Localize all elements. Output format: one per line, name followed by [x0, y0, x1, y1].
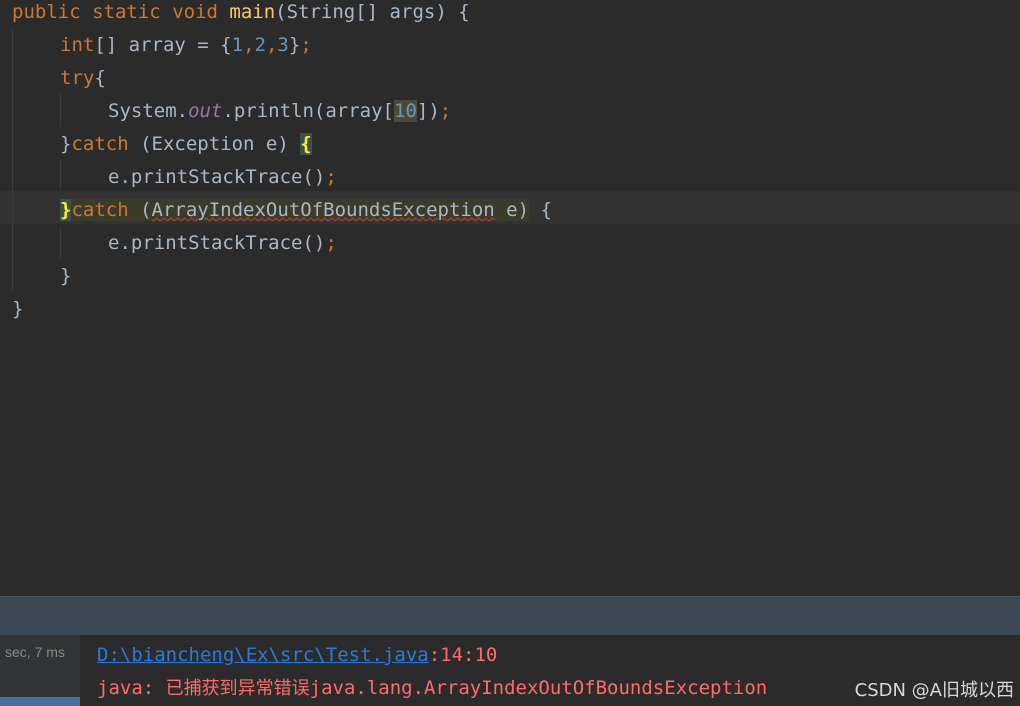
number: 1 [231, 34, 244, 56]
code-text: (String[] args) { [275, 1, 470, 23]
keyword: try [60, 67, 95, 89]
selected-item-bar[interactable] [0, 697, 80, 706]
code-text: } [60, 265, 72, 287]
comma: , [243, 34, 255, 56]
number: 3 [277, 34, 289, 56]
code-text: { [529, 199, 552, 221]
highlighted-index: 10 [394, 100, 417, 122]
code-text: } [288, 34, 301, 56]
indent-guide [12, 28, 13, 290]
code-line-1[interactable]: public static void main(String[] args) { [12, 0, 470, 33]
keyword: public [12, 1, 81, 23]
code-text: e.printStackTrace() [108, 166, 326, 188]
keyword: catch [71, 199, 129, 221]
static-field: out [188, 100, 223, 122]
semicolon: ; [325, 166, 337, 188]
error-location-line: D:\biancheng\Ex\src\Test.java:14:10 [97, 643, 497, 667]
code-text: } [12, 298, 24, 320]
code-text: } [60, 133, 72, 155]
code-text: .println(array[ [222, 100, 394, 122]
code-text: e) [494, 199, 530, 221]
code-line-7[interactable]: }catch (ArrayIndexOutOfBoundsException e… [60, 198, 552, 231]
code-line-9[interactable]: } [60, 264, 71, 297]
build-time-label: sec, 7 ms [5, 644, 65, 660]
number: 2 [254, 34, 266, 56]
error-message-cn: 已捕获到异常错误 [165, 678, 310, 699]
semicolon: ; [439, 100, 452, 122]
keyword: static [92, 1, 161, 23]
error-prefix: java: [97, 677, 166, 699]
semicolon: ; [325, 232, 337, 254]
error-message-line: java: 已捕获到异常错误java.lang.ArrayIndexOutOfB… [97, 676, 767, 701]
panel-header-bar[interactable] [0, 597, 1020, 635]
code-line-3[interactable]: try{ [60, 66, 106, 99]
code-line-8[interactable]: e.printStackTrace(); [108, 231, 337, 264]
keyword: void [172, 1, 218, 23]
code-text: System. [108, 100, 189, 122]
error-underlined-type[interactable]: ArrayIndexOutOfBoundsException [152, 199, 495, 221]
keyword: int [60, 34, 95, 56]
code-line-2[interactable]: int[] array = {1,2,3}; [60, 33, 312, 66]
code-text: [] array = { [94, 34, 232, 56]
line-column: :14:10 [428, 644, 498, 666]
code-line-10[interactable]: } [12, 297, 23, 330]
watermark: CSDN @A旧城以西 [854, 680, 1014, 701]
code-text: ]) [416, 100, 440, 122]
exception-class: java.lang.ArrayIndexOutOfBoundsException [309, 677, 768, 699]
code-line-5[interactable]: }catch (Exception e) { [60, 132, 312, 165]
matched-brace: { [300, 133, 312, 155]
code-text: e.printStackTrace() [108, 232, 326, 254]
method-name: main [229, 1, 276, 23]
keyword: catch [71, 133, 129, 155]
code-editor[interactable]: public static void main(String[] args) {… [0, 0, 1020, 597]
code-line-4[interactable]: System.out.println(array[10]); [108, 99, 451, 132]
semicolon: ; [300, 34, 312, 56]
code-text: ( [128, 199, 152, 221]
file-path-link[interactable]: D:\biancheng\Ex\src\Test.java [97, 644, 429, 666]
comma: , [265, 34, 278, 56]
matched-brace: } [60, 199, 72, 221]
code-text: { [94, 67, 106, 89]
code-text: (Exception e) [128, 133, 301, 155]
code-line-6[interactable]: e.printStackTrace(); [108, 165, 337, 198]
